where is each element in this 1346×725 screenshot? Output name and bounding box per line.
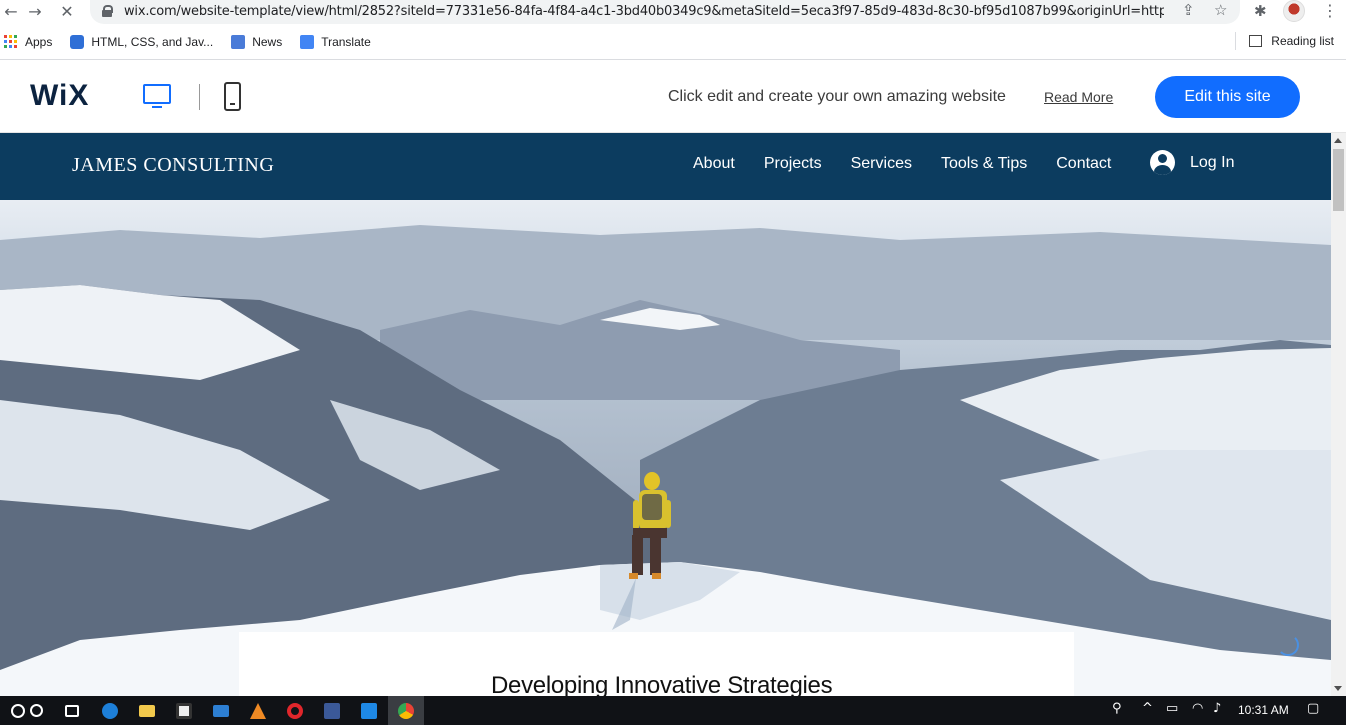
bookmark-label: Apps [25, 34, 53, 49]
mail-icon[interactable] [203, 696, 239, 725]
mail-glyph [213, 704, 229, 717]
desktop-view-icon[interactable] [143, 84, 171, 110]
bookmark-label: News [252, 34, 283, 49]
page-scrollbar[interactable] [1331, 133, 1346, 696]
share-icon[interactable]: ⇪ [1182, 1, 1195, 19]
opera-icon[interactable] [277, 696, 313, 725]
bookmarks-bar: Apps HTML, CSS, and Jav... News Translat… [0, 24, 1346, 60]
edge-glyph [102, 702, 118, 719]
loading-spinner-icon [1277, 634, 1299, 656]
desktop-stand [152, 106, 162, 108]
site-header: JAMES CONSULTING About Projects Services… [0, 133, 1331, 200]
reading-list-icon [1249, 35, 1263, 47]
edit-site-button[interactable]: Edit this site [1155, 76, 1300, 118]
vlc-glyph [250, 702, 266, 719]
search-glyph [29, 704, 43, 717]
desktop-screen [143, 84, 171, 104]
address-bar[interactable]: wix.com/website-template/view/html/2852?… [90, 0, 1240, 24]
vscode-icon[interactable] [351, 696, 387, 725]
wifi-icon[interactable]: ◠ [1192, 701, 1203, 716]
notifications-icon[interactable]: ▢ [1307, 701, 1319, 716]
bookmark-html-css[interactable]: HTML, CSS, and Jav... [70, 34, 214, 49]
chrome-glyph [398, 702, 414, 719]
scroll-thumb[interactable] [1333, 149, 1344, 211]
vlc-icon[interactable] [240, 696, 276, 725]
chevron-up-icon[interactable]: ^ [1142, 701, 1153, 716]
screen: ← → ✕ wix.com/website-template/view/html… [0, 0, 1346, 725]
bookmark-news[interactable]: News [231, 34, 283, 49]
folder-glyph [139, 704, 155, 717]
wix-preview-bar: WiX Click edit and create your own amazi… [0, 61, 1346, 133]
forward-arrow-icon[interactable]: → [24, 0, 46, 22]
nav-tools-tips[interactable]: Tools & Tips [941, 155, 1027, 173]
site-nav: About Projects Services Tools & Tips Con… [693, 155, 1140, 173]
content-card: Developing Innovative Strategies [239, 632, 1074, 696]
opera-glyph [287, 702, 303, 719]
wix-logo[interactable]: WiX [30, 79, 89, 113]
read-more-link[interactable]: Read More [1044, 89, 1113, 105]
profile-avatar[interactable] [1283, 0, 1305, 22]
bookmark-label: Translate [321, 34, 371, 49]
scroll-down-icon[interactable] [1334, 686, 1342, 691]
bookmark-translate[interactable]: Translate [300, 34, 371, 49]
divider [199, 84, 200, 110]
login-label: Log In [1190, 153, 1235, 171]
people-icon[interactable]: ⚲ [1112, 701, 1122, 716]
taskbar-clock[interactable]: 10:31 AM [1238, 703, 1289, 717]
reading-list[interactable]: Reading list [1235, 32, 1334, 50]
nav-about[interactable]: About [693, 155, 735, 173]
reading-list-label: Reading list [1271, 34, 1334, 48]
browser-toolbar: ← → ✕ wix.com/website-template/view/html… [0, 0, 1346, 24]
file-explorer-icon[interactable] [129, 696, 165, 725]
search-icon[interactable] [18, 696, 54, 725]
chrome-icon[interactable] [388, 696, 424, 725]
task-view-glyph [65, 704, 79, 717]
mountain-landscape [0, 225, 1331, 696]
login-button[interactable]: Log In [1150, 150, 1234, 175]
divider [1235, 32, 1237, 50]
volume-icon[interactable]: ♪ [1213, 701, 1221, 716]
store-glyph [176, 702, 192, 719]
back-arrow-icon[interactable]: ← [0, 0, 22, 22]
facebook-glyph [324, 702, 340, 719]
windows-taskbar: ⚲ ^ ▭ ◠ ♪ 10:31 AM ▢ [0, 696, 1346, 725]
store-icon[interactable] [166, 696, 202, 725]
user-icon [1150, 150, 1175, 175]
battery-icon[interactable]: ▭ [1166, 701, 1178, 716]
facebook-icon[interactable] [314, 696, 350, 725]
bookmark-apps[interactable]: Apps [0, 35, 52, 49]
edge-icon[interactable] [92, 696, 128, 725]
promo-text: Click edit and create your own amazing w… [668, 88, 1006, 105]
stop-loading-icon[interactable]: ✕ [56, 0, 78, 22]
scroll-up-icon[interactable] [1334, 138, 1342, 143]
vscode-glyph [361, 702, 377, 719]
nav-projects[interactable]: Projects [764, 155, 822, 173]
hero-image: Developing Innovative Strategies [0, 200, 1331, 696]
translate-icon [300, 34, 315, 49]
nav-services[interactable]: Services [851, 155, 912, 173]
html-css-icon [70, 34, 85, 49]
star-icon[interactable]: ☆ [1214, 1, 1227, 19]
kebab-menu-icon[interactable]: ⋮ [1322, 1, 1338, 20]
url-text[interactable]: wix.com/website-template/view/html/2852?… [124, 4, 1164, 19]
task-view-icon[interactable] [54, 696, 90, 725]
bookmark-label: HTML, CSS, and Jav... [91, 34, 214, 49]
news-icon [231, 34, 246, 49]
apps-grid-icon [4, 35, 17, 48]
site-title[interactable]: JAMES CONSULTING [72, 154, 274, 177]
puzzle-icon[interactable]: ✱ [1254, 2, 1267, 20]
nav-contact[interactable]: Contact [1056, 155, 1111, 173]
lock-icon[interactable] [102, 5, 113, 17]
hero-heading: Developing Innovative Strategies [491, 672, 833, 696]
mobile-view-icon[interactable] [224, 82, 241, 111]
